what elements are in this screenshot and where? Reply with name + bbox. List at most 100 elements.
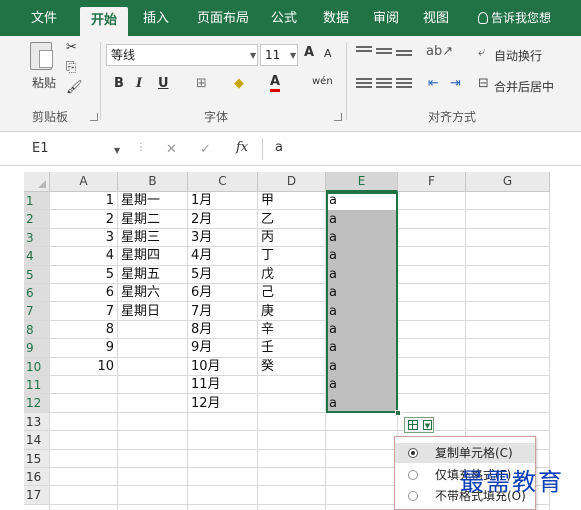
orientation-icon[interactable]: ab↗ — [426, 44, 453, 59]
row-header-4[interactable]: 4 — [24, 247, 50, 266]
cell-b5[interactable]: 星期五 — [118, 266, 188, 284]
fill-handle[interactable] — [395, 410, 401, 416]
cell-e10[interactable]: a — [326, 358, 398, 376]
tab-home[interactable]: 开始 — [80, 7, 128, 36]
name-box[interactable]: E1 — [28, 138, 124, 160]
wrap-text-button[interactable]: 自动换行 — [494, 47, 542, 64]
row-header-7[interactable]: 7 — [24, 302, 50, 321]
format-painter-icon[interactable]: 🖌 — [66, 80, 83, 95]
align-right-icon[interactable] — [396, 78, 412, 90]
row-header-15[interactable]: 15 — [24, 449, 50, 468]
cell-e8[interactable]: a — [326, 321, 398, 339]
cell-e1[interactable]: a — [326, 192, 398, 210]
tab-page-layout[interactable]: 页面布局 — [190, 9, 256, 29]
row-header-12[interactable]: 12 — [24, 394, 50, 413]
decrease-indent-icon[interactable]: ⇤ — [428, 76, 439, 91]
row-header-5[interactable]: 5 — [24, 265, 50, 284]
align-middle-icon[interactable] — [376, 48, 392, 60]
wrap-text-icon[interactable]: ⤶ — [478, 45, 485, 60]
cell-b15[interactable] — [118, 450, 188, 468]
cell-b6[interactable]: 星期六 — [118, 284, 188, 302]
cell-d16[interactable] — [258, 468, 326, 486]
cell-e15[interactable] — [326, 450, 398, 468]
cell-d2[interactable]: 乙 — [258, 211, 326, 229]
cell-c17[interactable] — [188, 487, 258, 505]
cell-a15[interactable] — [50, 450, 118, 468]
shrink-font-icon[interactable]: A — [324, 47, 332, 60]
column-header-e[interactable]: E — [326, 172, 398, 192]
cell-b1[interactable]: 星期一 — [118, 192, 188, 210]
cell-b12[interactable] — [118, 395, 188, 413]
phonetic-icon[interactable]: wén — [312, 76, 333, 87]
cell-e2[interactable]: a — [326, 211, 398, 229]
cell-e4[interactable]: a — [326, 247, 398, 265]
cell-d13[interactable] — [258, 413, 326, 431]
cell-d9[interactable]: 壬 — [258, 339, 326, 357]
cell-c3[interactable]: 3月 — [188, 229, 258, 247]
row-header-13[interactable]: 13 — [24, 412, 50, 432]
cell-a2[interactable]: 2 — [50, 211, 118, 229]
select-all-button[interactable] — [24, 172, 50, 192]
chevron-down-icon[interactable]: ▼ — [290, 51, 296, 60]
insert-function-button[interactable]: fx — [236, 140, 248, 155]
cancel-icon[interactable]: ✕ — [166, 142, 177, 157]
tab-view[interactable]: 视图 — [416, 9, 456, 29]
cell-a3[interactable]: 3 — [50, 229, 118, 247]
cell-a13[interactable] — [50, 413, 118, 431]
cell-e5[interactable]: a — [326, 266, 398, 284]
cell-b9[interactable] — [118, 339, 188, 357]
cell-b8[interactable] — [118, 321, 188, 339]
row-header-11[interactable]: 11 — [24, 376, 50, 395]
cell-a9[interactable]: 9 — [50, 339, 118, 357]
italic-button[interactable]: I — [136, 76, 142, 91]
cell-b2[interactable]: 星期二 — [118, 211, 188, 229]
cell-d17[interactable] — [258, 487, 326, 505]
row-header-3[interactable]: 3 — [24, 228, 50, 248]
cell-c6[interactable]: 6月 — [188, 284, 258, 302]
chevron-down-icon[interactable]: ▼ — [114, 146, 120, 155]
cell-a5[interactable]: 5 — [50, 266, 118, 284]
cell-b13[interactable] — [118, 413, 188, 431]
cell-c8[interactable]: 8月 — [188, 321, 258, 339]
cell-e7[interactable]: a — [326, 303, 398, 321]
cell-d10[interactable]: 癸 — [258, 358, 326, 376]
align-center-icon[interactable] — [376, 78, 392, 90]
row-header-6[interactable]: 6 — [24, 284, 50, 303]
enter-icon[interactable]: ✓ — [200, 142, 211, 157]
cell-c4[interactable]: 4月 — [188, 247, 258, 265]
grow-font-icon[interactable]: A — [304, 45, 314, 60]
cell-d11[interactable] — [258, 376, 326, 394]
auto-fill-options-button[interactable]: ▼ — [404, 417, 434, 433]
row-header-9[interactable]: 9 — [24, 339, 50, 358]
font-color-icon[interactable]: A — [270, 74, 281, 92]
cell-c11[interactable]: 11月 — [188, 376, 258, 394]
cell-a17[interactable] — [50, 487, 118, 505]
cell-d5[interactable]: 戊 — [258, 266, 326, 284]
cell-c1[interactable]: 1月 — [188, 192, 258, 210]
cell-c15[interactable] — [188, 450, 258, 468]
font-launcher-icon[interactable] — [334, 113, 342, 121]
row-header-10[interactable]: 10 — [24, 357, 50, 376]
cell-d7[interactable]: 庚 — [258, 303, 326, 321]
cell-d14[interactable] — [258, 431, 326, 449]
cell-d1[interactable]: 甲 — [258, 192, 326, 210]
cell-d12[interactable] — [258, 395, 326, 413]
row-header-8[interactable]: 8 — [24, 320, 50, 340]
tab-review[interactable]: 审阅 — [366, 9, 406, 29]
cell-e14[interactable] — [326, 431, 398, 449]
cell-b11[interactable] — [118, 376, 188, 394]
copy-icon[interactable]: ⎘ — [66, 60, 76, 75]
cell-b4[interactable]: 星期四 — [118, 247, 188, 265]
cell-a6[interactable]: 6 — [50, 284, 118, 302]
fill-color-icon[interactable]: ◆ — [234, 76, 244, 91]
underline-button[interactable]: U — [158, 76, 169, 91]
row-header-16[interactable]: 16 — [24, 468, 50, 487]
cell-c9[interactable]: 9月 — [188, 339, 258, 357]
cell-e3[interactable]: a — [326, 229, 398, 247]
tab-file[interactable]: 文件 — [24, 9, 64, 29]
column-header-a[interactable]: A — [50, 172, 118, 192]
increase-indent-icon[interactable]: ⇥ — [450, 76, 461, 91]
cell-c14[interactable] — [188, 431, 258, 449]
cell-c12[interactable]: 12月 — [188, 395, 258, 413]
border-icon[interactable]: ⊞ — [196, 76, 207, 91]
